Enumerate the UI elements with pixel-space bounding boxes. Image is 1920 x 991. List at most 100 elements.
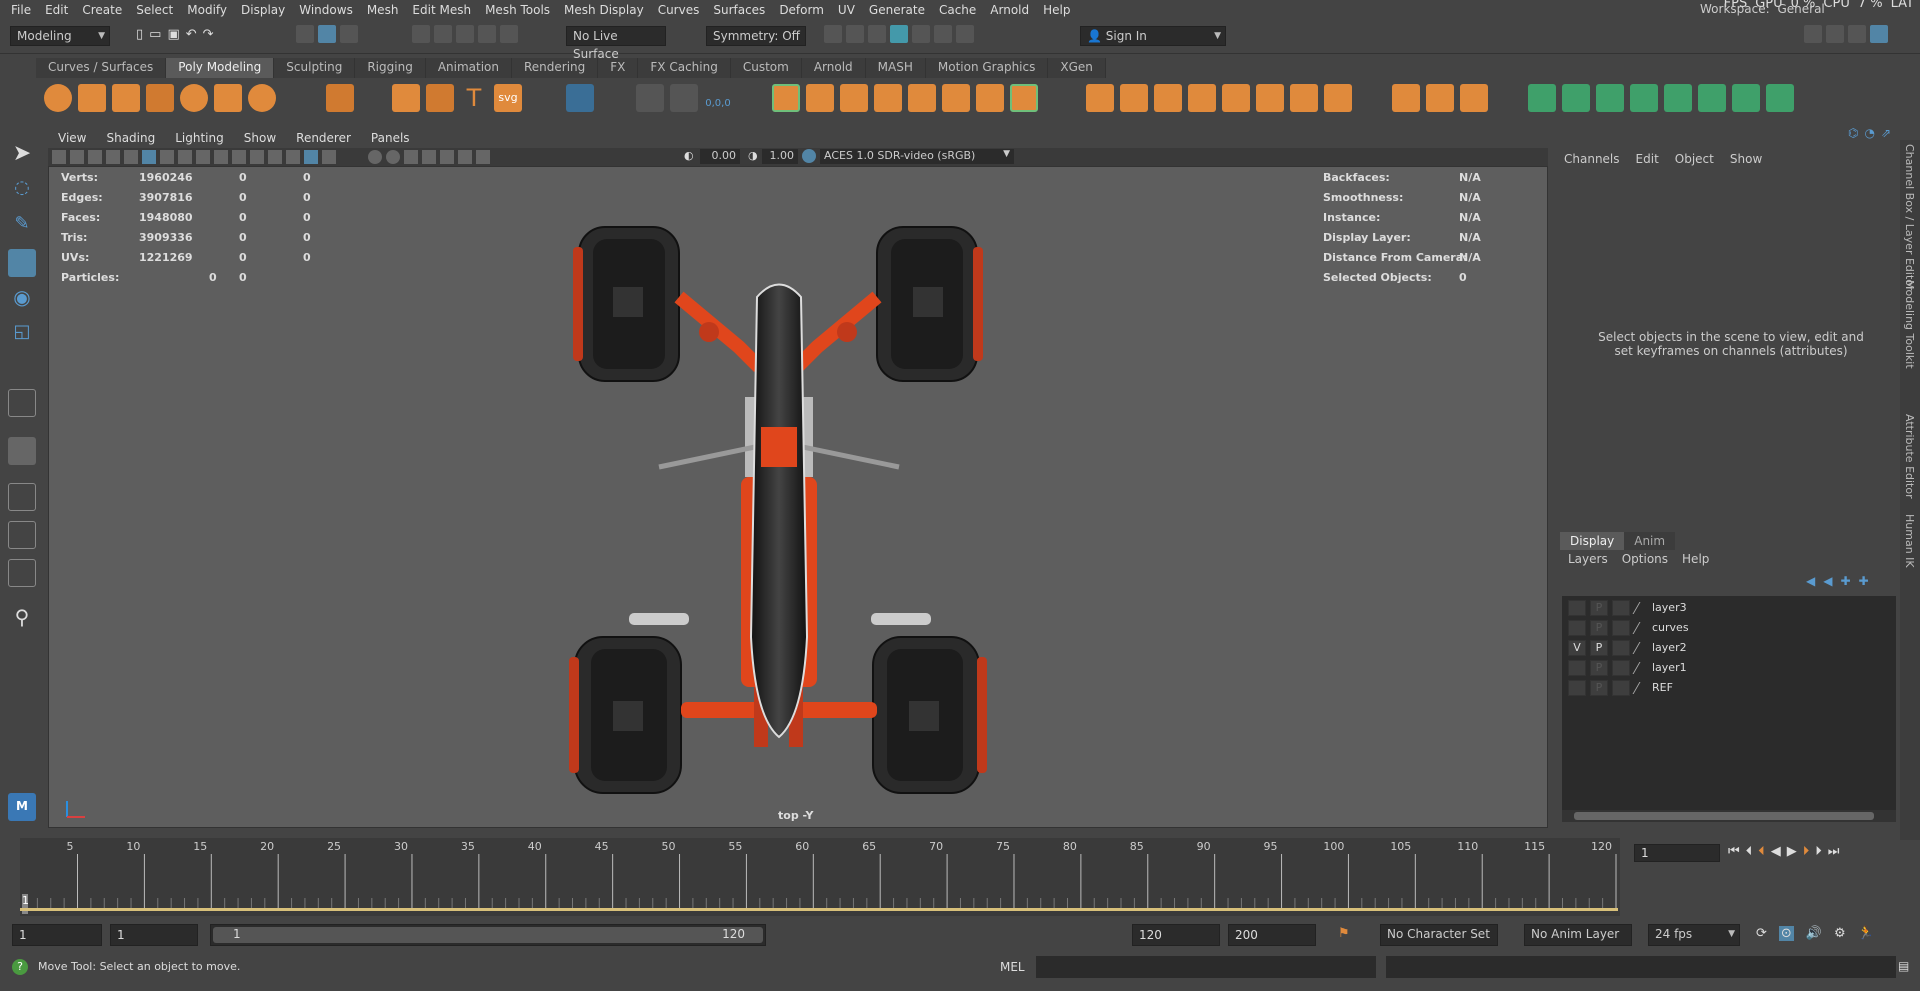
menu-cache[interactable]: Cache: [932, 3, 983, 17]
motion-blur-icon[interactable]: [440, 150, 454, 164]
shelf-tab-poly-modeling[interactable]: Poly Modeling: [166, 58, 275, 78]
poly-cone-icon[interactable]: [146, 84, 174, 112]
menu-display[interactable]: Display: [234, 3, 292, 17]
layer-tab-display[interactable]: Display: [1560, 532, 1625, 550]
extrude-icon[interactable]: [1010, 84, 1038, 112]
single-perspective-icon[interactable]: [8, 389, 36, 417]
smooth-shade-icon[interactable]: [304, 150, 318, 164]
sweep-mesh-icon[interactable]: [426, 84, 454, 112]
undo-icon[interactable]: ↶: [186, 27, 197, 42]
channel-box-toggle-icon[interactable]: [1870, 25, 1888, 43]
crease-tool-icon[interactable]: [1460, 84, 1488, 112]
menu-windows[interactable]: Windows: [292, 3, 360, 17]
vehicle-model[interactable]: [509, 217, 1049, 807]
fps-dropdown[interactable]: 24 fps ▼: [1648, 924, 1740, 946]
viewport-3d[interactable]: Verts: 1960246 0 0 Edges: 3907816 0 0 Faces: 1948…: [48, 166, 1548, 828]
platonic-solid-icon[interactable]: [326, 84, 354, 112]
safe-title-icon[interactable]: [268, 150, 282, 164]
layer-row[interactable]: P REF: [1562, 678, 1882, 698]
mode-dropdown[interactable]: Modeling ▼: [10, 26, 110, 46]
shelf-tab-rigging[interactable]: Rigging: [355, 58, 426, 78]
edge-loop-icon[interactable]: [1324, 84, 1352, 112]
triangulate-icon[interactable]: [1732, 84, 1760, 112]
cache-icon[interactable]: ⊙: [1778, 926, 1794, 941]
textured-icon[interactable]: [368, 150, 382, 164]
play-backward-icon[interactable]: ◀: [1771, 844, 1781, 859]
menu-file[interactable]: File: [4, 3, 38, 17]
attribute-editor-toggle-icon[interactable]: [1826, 25, 1844, 43]
poly-cylinder-icon[interactable]: [112, 84, 140, 112]
layer-type-toggle[interactable]: [1612, 640, 1630, 656]
poly-torus-icon[interactable]: [180, 84, 208, 112]
shelf-tab-rendering[interactable]: Rendering: [512, 58, 599, 78]
auto-key-icon[interactable]: ⚑: [1338, 926, 1350, 941]
anim-layer-dropdown[interactable]: No Anim Layer: [1524, 924, 1632, 946]
layer-visibility-toggle[interactable]: [1568, 600, 1586, 616]
sound-icon[interactable]: 🔊: [1806, 926, 1822, 941]
render-frame-icon[interactable]: [824, 25, 842, 43]
bridge-icon[interactable]: [976, 84, 1004, 112]
snap-grid-icon[interactable]: [412, 25, 430, 43]
layer-color-swatch[interactable]: [1632, 682, 1652, 694]
poly-plane-icon[interactable]: [214, 84, 242, 112]
field-chart-icon[interactable]: [232, 150, 246, 164]
soften-edge-icon[interactable]: [1528, 84, 1556, 112]
go-to-end-icon[interactable]: ⏭: [1828, 844, 1840, 859]
boolean-icon[interactable]: [908, 84, 936, 112]
layer-color-swatch[interactable]: [1632, 622, 1652, 634]
layer-visibility-toggle[interactable]: V: [1568, 640, 1586, 656]
layer-type-toggle[interactable]: [1612, 660, 1630, 676]
menu-arnold[interactable]: Arnold: [983, 3, 1036, 17]
viewport-menu-renderer[interactable]: Renderer: [286, 131, 361, 145]
layer-playback-toggle[interactable]: P: [1590, 620, 1608, 636]
scene-end-field[interactable]: [1228, 924, 1316, 946]
sign-in-dropdown[interactable]: 👤 Sign In ▼: [1080, 26, 1226, 46]
viewport-menu-shading[interactable]: Shading: [96, 131, 165, 145]
rotate-tool-icon[interactable]: ◉: [8, 285, 36, 313]
side-tab-1[interactable]: Modeling Toolkit: [1903, 280, 1916, 369]
menu-uv[interactable]: UV: [831, 3, 862, 17]
shelf-tab-custom[interactable]: Custom: [730, 58, 802, 78]
side-tab-0[interactable]: Channel Box / Layer Editor: [1903, 144, 1916, 291]
menu-edit-mesh[interactable]: Edit Mesh: [405, 3, 478, 17]
range-slider-handle[interactable]: [213, 927, 763, 943]
shelf-tab-mash[interactable]: MASH: [865, 58, 926, 78]
menu-modify[interactable]: Modify: [180, 3, 234, 17]
playback-start-field[interactable]: [110, 924, 198, 946]
shelf-tab-animation[interactable]: Animation: [425, 58, 512, 78]
help-icon[interactable]: ?: [12, 959, 28, 975]
film-gate-icon[interactable]: [178, 150, 192, 164]
move-layer-down-icon[interactable]: ◀: [1823, 574, 1832, 588]
play-forward-icon[interactable]: ▶: [1787, 844, 1797, 859]
hypershade-icon[interactable]: [890, 25, 908, 43]
viewport-menu-view[interactable]: View: [48, 131, 96, 145]
run-icon[interactable]: 🏃: [1858, 926, 1874, 941]
grease-pencil-icon[interactable]: [124, 150, 138, 164]
current-frame-field[interactable]: [1634, 844, 1720, 862]
super-shape-icon[interactable]: [392, 84, 420, 112]
ambient-occlusion-icon[interactable]: [422, 150, 436, 164]
modeling-toolkit-toggle-icon[interactable]: [1804, 25, 1822, 43]
playback-end-field[interactable]: [1132, 924, 1220, 946]
step-back-frame-icon[interactable]: ⏴: [1758, 844, 1765, 859]
camera-attributes-icon[interactable]: [70, 150, 84, 164]
layer-tab-anim[interactable]: Anim: [1624, 532, 1676, 550]
command-input[interactable]: [1036, 956, 1376, 978]
layer-row[interactable]: Player1: [1562, 658, 1882, 678]
viewport-menu-show[interactable]: Show: [234, 131, 286, 145]
color-management-icon[interactable]: [802, 149, 816, 163]
merge-icon[interactable]: [1188, 84, 1216, 112]
layer-menu-options[interactable]: Options: [1622, 552, 1668, 566]
channel-menu-channels[interactable]: Channels: [1564, 152, 1620, 166]
scale-tool-icon[interactable]: ◱: [8, 321, 36, 349]
layer-color-swatch[interactable]: [1632, 602, 1652, 614]
open-scene-icon[interactable]: ▭: [149, 27, 161, 42]
select-camera-icon[interactable]: [52, 150, 66, 164]
snap-surface-icon[interactable]: [500, 25, 518, 43]
snap-point-icon[interactable]: [456, 25, 474, 43]
bevel-icon[interactable]: [874, 84, 902, 112]
side-tab-3[interactable]: Human IK: [1903, 514, 1916, 568]
save-scene-icon[interactable]: ▣: [167, 27, 179, 42]
xray-icon[interactable]: [476, 150, 490, 164]
separate-icon[interactable]: [806, 84, 834, 112]
